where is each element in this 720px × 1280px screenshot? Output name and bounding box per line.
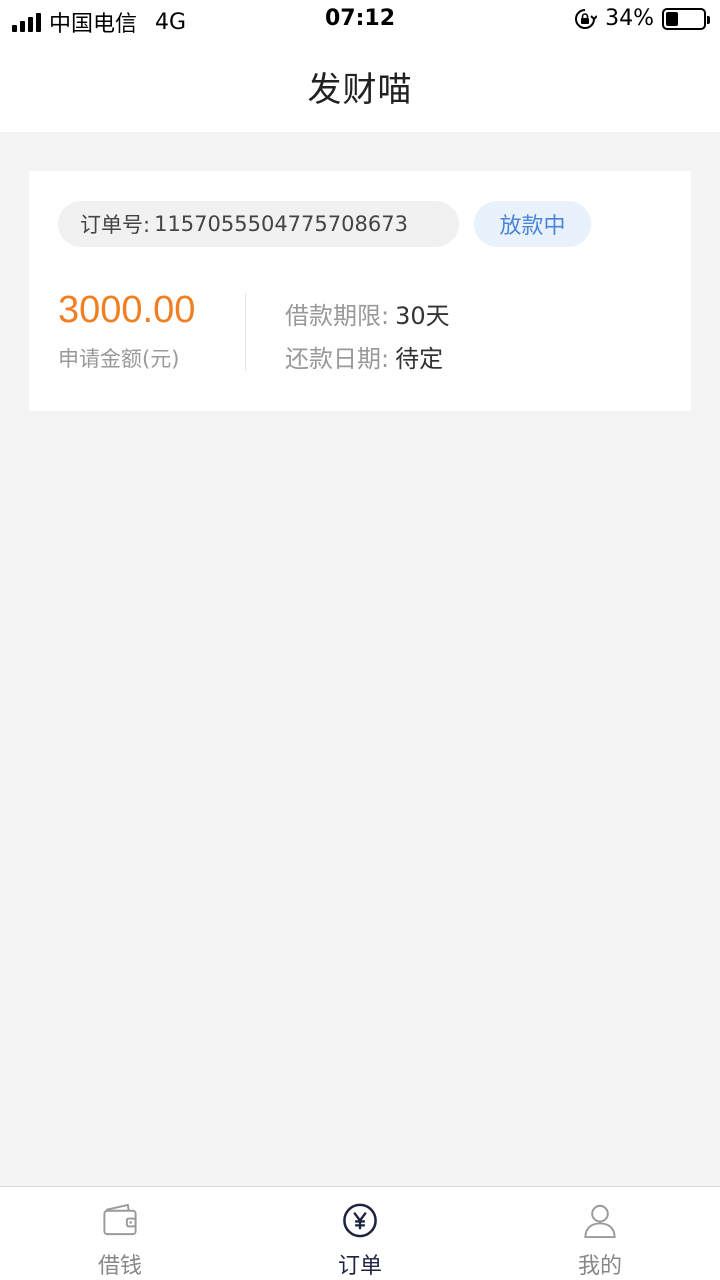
tab-orders-label: 订单 (337, 1254, 382, 1279)
loan-amount: 3000.00 (58, 289, 196, 331)
loan-term-value: 30天 (395, 302, 450, 330)
app-root: 中国电信 4G 07:12 34% 发财喵 订单号: 1157055504775… (0, 0, 720, 1280)
order-number-pill: 订单号: 1157055504775708673 (58, 201, 459, 247)
order-number-value: 1157055504775708673 (154, 212, 408, 236)
rotation-lock-icon (575, 8, 598, 29)
loan-term-label: 借款期限: (285, 302, 390, 330)
nav-bar: 发财喵 (0, 40, 720, 132)
tab-borrow[interactable]: 借钱 (0, 1187, 240, 1280)
battery-fill (666, 11, 679, 26)
tab-mine-label: 我的 (577, 1254, 622, 1279)
battery-percent: 34% (605, 6, 654, 31)
battery-icon (662, 7, 710, 30)
divider (245, 293, 246, 371)
wallet-icon (103, 1203, 137, 1236)
loan-term-row: 借款期限: 30天 (285, 296, 450, 331)
order-card[interactable]: 订单号: 1157055504775708673 放款中 3000.00 申请金… (29, 171, 691, 411)
order-number-label: 订单号: (80, 213, 151, 237)
status-bar: 中国电信 4G 07:12 34% (0, 0, 720, 40)
status-badge: 放款中 (474, 201, 591, 247)
user-icon (584, 1204, 616, 1239)
tab-bar: 借钱 订单 我的 (0, 1186, 720, 1280)
status-right: 34% (573, 6, 710, 31)
repay-date-value: 待定 (395, 345, 444, 373)
tab-borrow-label: 借钱 (97, 1254, 142, 1279)
tab-mine[interactable]: 我的 (480, 1187, 720, 1280)
yuan-circle-icon (343, 1203, 377, 1238)
repay-date-row: 还款日期: 待定 (285, 339, 443, 374)
page-title: 发财喵 (307, 69, 413, 110)
repay-date-label: 还款日期: (285, 345, 390, 373)
tab-orders[interactable]: 订单 (240, 1187, 480, 1280)
loan-amount-label: 申请金额(元) (58, 347, 180, 371)
